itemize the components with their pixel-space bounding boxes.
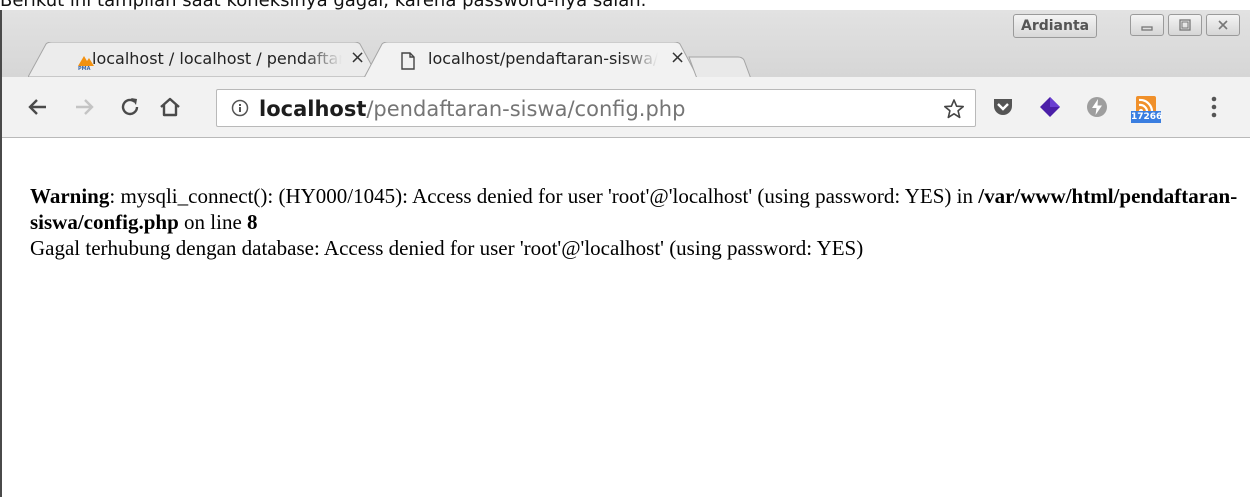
url-host: localhost <box>259 97 367 121</box>
browser-toolbar: localhost/pendaftaran-siswa/config.php 1… <box>2 77 1250 138</box>
info-icon[interactable] <box>231 99 249 117</box>
pocket-icon[interactable] <box>990 94 1016 120</box>
connection-error-message: Gagal terhubung dengan database: Access … <box>30 236 864 260</box>
tab-title: localhost/pendaftaran-siswa/config.php <box>428 49 658 68</box>
warning-text: : mysqli_connect(): (HY000/1045): Access… <box>109 184 979 208</box>
browser-window: PMA localhost / localhost / pendaftaran-… <box>0 10 1250 497</box>
home-button[interactable] <box>152 89 188 125</box>
url-text[interactable]: localhost/pendaftaran-siswa/config.php <box>259 97 685 121</box>
arrow-left-icon <box>28 99 46 115</box>
warning-label: Warning <box>30 184 110 208</box>
minimize-icon <box>1141 26 1153 31</box>
menu-button[interactable] <box>1204 94 1224 120</box>
maximize-button[interactable] <box>1168 14 1202 36</box>
close-window-button[interactable] <box>1206 14 1240 36</box>
maximize-icon <box>1179 19 1191 31</box>
forward-button[interactable] <box>66 89 102 125</box>
svg-text:PMA: PMA <box>78 66 91 70</box>
tab-title: localhost / localhost / pendaftaran-sisw… <box>92 49 342 68</box>
home-icon <box>160 97 180 117</box>
bookmark-star-icon[interactable] <box>943 98 965 120</box>
url-path: /pendaftaran-siswa/config.php <box>366 97 686 121</box>
reload-icon <box>121 98 139 116</box>
rss-icon[interactable]: 17266 <box>1131 89 1163 125</box>
address-bar[interactable]: localhost/pendaftaran-siswa/config.php <box>216 89 976 127</box>
rss-badge: 17266 <box>1131 111 1163 123</box>
page-icon <box>400 52 418 70</box>
reload-button[interactable] <box>112 89 148 125</box>
profile-button[interactable]: Ardianta <box>1013 14 1098 38</box>
back-button[interactable] <box>20 89 56 125</box>
tab-config-php[interactable]: localhost/pendaftaran-siswa/config.php × <box>364 42 698 78</box>
more-vert-icon <box>1211 96 1217 118</box>
tab-phpmyadmin[interactable]: PMA localhost / localhost / pendaftaran-… <box>28 42 378 77</box>
tab-close-button[interactable]: × <box>670 48 685 68</box>
minimize-button[interactable] <box>1130 14 1164 36</box>
warning-line-number: 8 <box>247 210 258 234</box>
close-icon <box>1218 20 1228 30</box>
warning-line-text: on line <box>178 210 248 234</box>
gem-icon[interactable] <box>1037 94 1063 120</box>
page-content: Warning: mysqli_connect(): (HY000/1045):… <box>2 138 1250 497</box>
arrow-right-icon <box>76 99 94 115</box>
tab-close-button[interactable]: × <box>350 48 365 68</box>
php-warning-message: Warning: mysqli_connect(): (HY000/1045):… <box>30 183 1245 261</box>
tab-strip: PMA localhost / localhost / pendaftaran-… <box>2 10 1250 80</box>
bolt-icon[interactable] <box>1084 94 1110 120</box>
